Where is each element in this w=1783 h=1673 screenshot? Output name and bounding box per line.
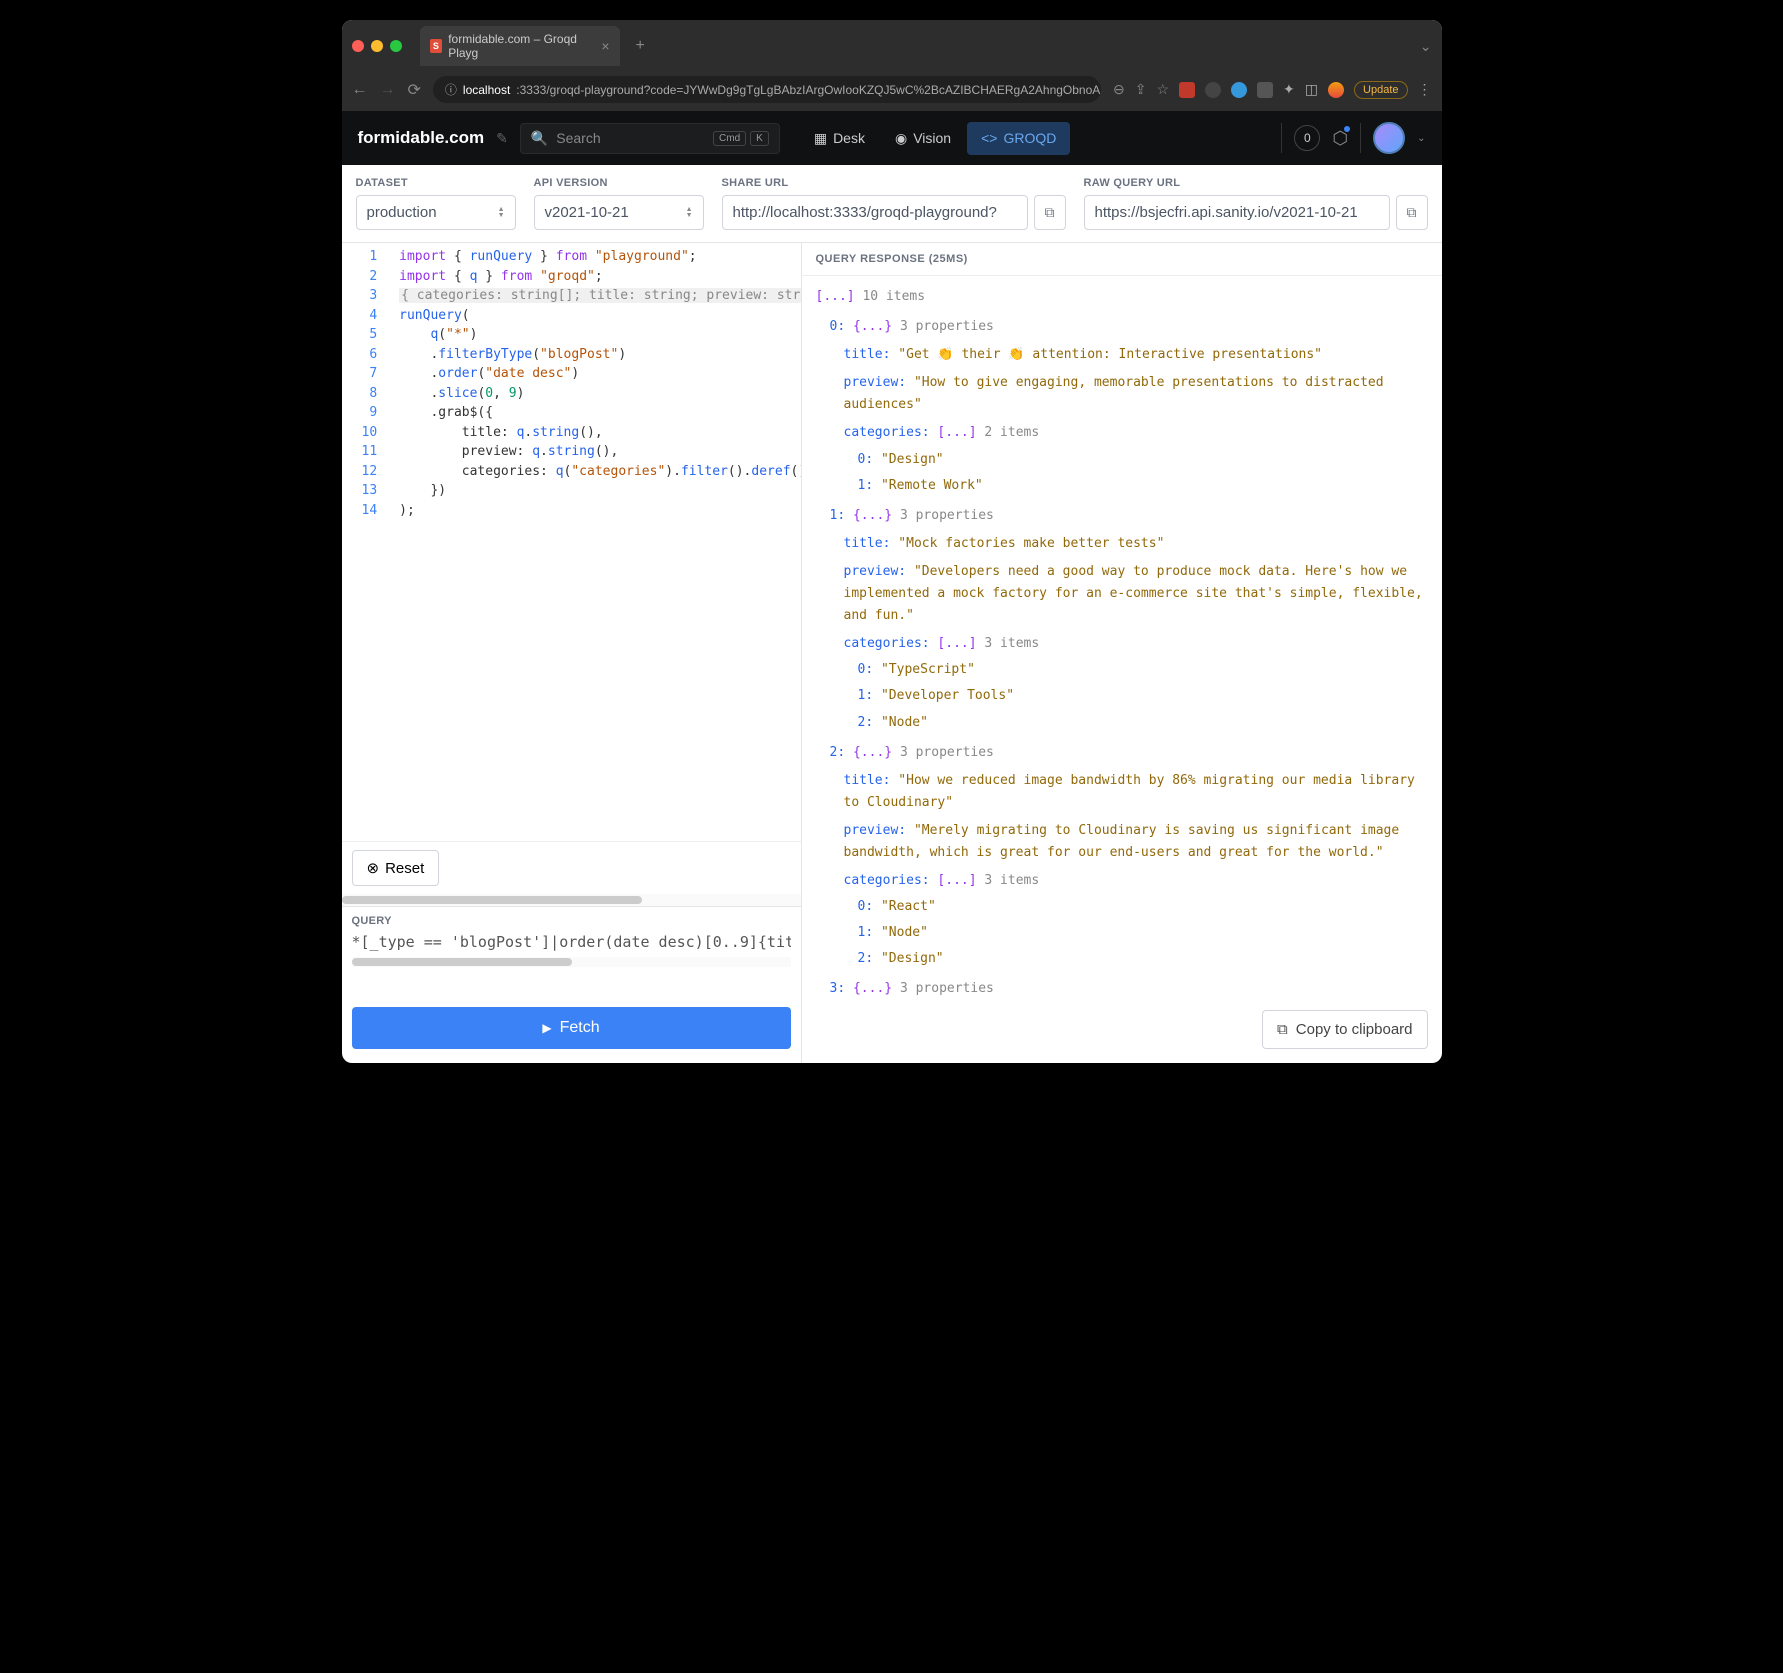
profile-icon[interactable] bbox=[1328, 82, 1344, 98]
query-text: *[_type == 'blogPost']|order(date desc)[… bbox=[352, 933, 791, 951]
browser-tab[interactable]: S formidable.com – Groqd Playg × bbox=[420, 26, 620, 66]
tab-vision[interactable]: ◉ Vision bbox=[881, 122, 965, 155]
kbd-k: K bbox=[750, 131, 769, 146]
maximize-window[interactable] bbox=[390, 40, 402, 52]
tab-groqd[interactable]: <> GROQD bbox=[967, 122, 1070, 155]
code-content[interactable]: import { runQuery } from "playground"; i… bbox=[391, 243, 800, 841]
response-pane: QUERY RESPONSE (25MS) [...] 10 items0: {… bbox=[802, 243, 1442, 1063]
copy-icon: ⧉ bbox=[1407, 204, 1417, 220]
copy-to-clipboard-button[interactable]: ⧉ Copy to clipboard bbox=[1262, 1010, 1427, 1049]
extension-icon[interactable] bbox=[1257, 82, 1273, 98]
url-host: localhost bbox=[463, 83, 510, 97]
chevron-down-icon[interactable]: ⌄ bbox=[1417, 133, 1425, 144]
copy-icon: ⧉ bbox=[1045, 204, 1055, 220]
zoom-icon[interactable]: ⊖ bbox=[1113, 81, 1125, 98]
raw-query-url-field[interactable]: https://bsjecfri.api.sanity.io/v2021-10-… bbox=[1084, 195, 1390, 230]
response-body[interactable]: [...] 10 items0: {...} 3 propertiestitle… bbox=[802, 276, 1442, 1063]
reload-button[interactable]: ⟳ bbox=[408, 80, 421, 100]
raw-query-url-label: RAW QUERY URL bbox=[1084, 177, 1428, 189]
new-tab-button[interactable]: + bbox=[628, 37, 653, 55]
edit-icon[interactable]: ✎ bbox=[496, 130, 508, 147]
extensions-menu-icon[interactable]: ◫ bbox=[1305, 81, 1318, 98]
horizontal-scrollbar[interactable] bbox=[342, 894, 801, 906]
window-controls bbox=[352, 40, 402, 52]
search-placeholder: Search bbox=[556, 130, 600, 146]
api-version-label: API VERSION bbox=[534, 177, 704, 189]
share-url-label: SHARE URL bbox=[722, 177, 1066, 189]
share-icon[interactable]: ⇪ bbox=[1135, 81, 1147, 98]
desk-icon: ▦ bbox=[814, 130, 827, 147]
app-header: formidable.com ✎ 🔍 Search Cmd K ▦ Desk ◉… bbox=[342, 111, 1442, 165]
code-editor[interactable]: 1234567891011121314 import { runQuery } … bbox=[342, 243, 801, 841]
chevron-down-icon[interactable]: ⌄ bbox=[1420, 38, 1432, 55]
forward-button[interactable]: → bbox=[380, 81, 396, 99]
extension-icon[interactable] bbox=[1179, 82, 1195, 98]
copy-raw-url-button[interactable]: ⧉ bbox=[1396, 195, 1428, 230]
count-badge[interactable]: 0 bbox=[1294, 125, 1320, 151]
query-scrollbar[interactable] bbox=[352, 957, 791, 967]
query-label: QUERY bbox=[352, 915, 791, 927]
reset-button[interactable]: ⊗ Reset bbox=[352, 850, 440, 886]
copy-icon: ⧉ bbox=[1277, 1021, 1288, 1038]
reset-icon: ⊗ bbox=[367, 859, 380, 877]
package-icon[interactable]: ⬡ bbox=[1332, 128, 1348, 149]
info-icon: ⓘ bbox=[445, 81, 457, 98]
extension-icon[interactable] bbox=[1205, 82, 1221, 98]
menu-icon[interactable]: ⋮ bbox=[1418, 81, 1432, 98]
share-url-field[interactable]: http://localhost:3333/groqd-playground? bbox=[722, 195, 1028, 230]
kbd-cmd: Cmd bbox=[713, 131, 746, 146]
close-tab-icon[interactable]: × bbox=[601, 38, 609, 54]
browser-chrome: S formidable.com – Groqd Playg × + ⌄ ← →… bbox=[342, 20, 1442, 111]
line-gutter: 1234567891011121314 bbox=[342, 243, 392, 841]
close-window[interactable] bbox=[352, 40, 364, 52]
tab-title: formidable.com – Groqd Playg bbox=[448, 32, 595, 60]
bookmark-icon[interactable]: ☆ bbox=[1156, 81, 1169, 98]
favicon-icon: S bbox=[430, 39, 443, 53]
extension-icon[interactable] bbox=[1231, 82, 1247, 98]
dataset-label: DATASET bbox=[356, 177, 516, 189]
api-version-select[interactable]: v2021-10-21 ▲▼ bbox=[534, 195, 704, 230]
code-icon: <> bbox=[981, 130, 997, 146]
back-button[interactable]: ← bbox=[352, 81, 368, 99]
search-icon: 🔍 bbox=[531, 130, 548, 147]
tab-desk[interactable]: ▦ Desk bbox=[800, 122, 879, 155]
play-icon: ▶ bbox=[542, 1021, 551, 1035]
minimize-window[interactable] bbox=[371, 40, 383, 52]
editor-pane: 1234567891011121314 import { runQuery } … bbox=[342, 243, 802, 1063]
url-bar[interactable]: ⓘ localhost :3333/groqd-playground?code=J… bbox=[433, 76, 1101, 103]
copy-share-url-button[interactable]: ⧉ bbox=[1034, 195, 1066, 230]
stepper-icon: ▲▼ bbox=[686, 207, 693, 219]
user-avatar[interactable] bbox=[1373, 122, 1405, 154]
config-bar: DATASET production ▲▼ API VERSION v2021-… bbox=[342, 165, 1442, 243]
eye-icon: ◉ bbox=[895, 130, 907, 147]
update-button[interactable]: Update bbox=[1354, 81, 1407, 99]
search-input[interactable]: 🔍 Search Cmd K bbox=[520, 123, 780, 154]
extensions-icon[interactable]: ✦ bbox=[1283, 81, 1295, 98]
stepper-icon: ▲▼ bbox=[498, 207, 505, 219]
fetch-button[interactable]: ▶ Fetch bbox=[352, 1007, 791, 1049]
dataset-select[interactable]: production ▲▼ bbox=[356, 195, 516, 230]
url-path: :3333/groqd-playground?code=JYWwDg9gTgLg… bbox=[516, 83, 1101, 97]
response-header: QUERY RESPONSE (25MS) bbox=[802, 243, 1442, 276]
brand-title: formidable.com bbox=[358, 128, 485, 148]
